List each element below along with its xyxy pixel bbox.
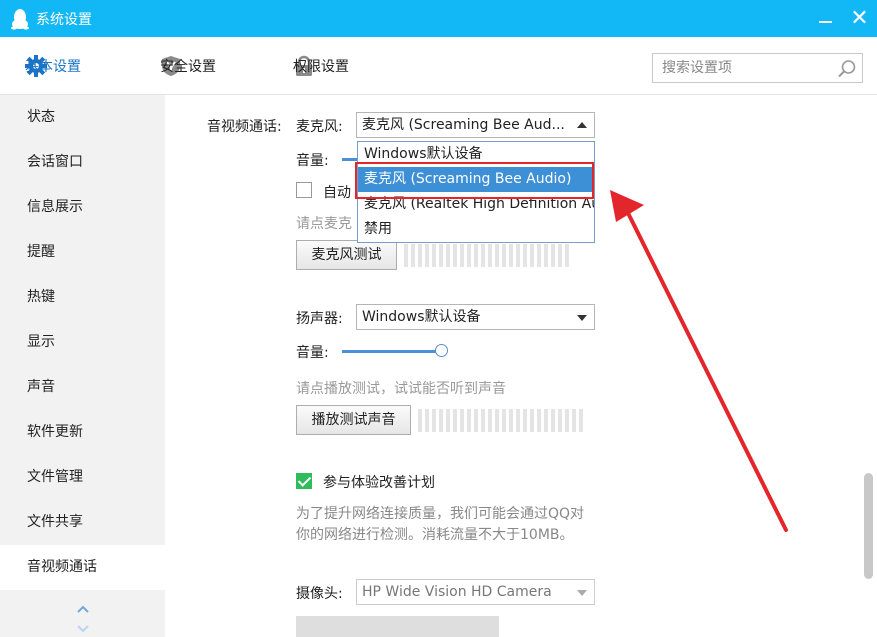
annotation-highlight-box: [355, 162, 594, 199]
camera-select[interactable]: HP Wide Vision HD Camera: [356, 579, 595, 605]
sidebar-item-file-sharing[interactable]: 文件共享: [0, 500, 165, 545]
sidebar-item-info-display[interactable]: 信息展示: [0, 185, 165, 230]
title-bar: 系统设置 ✕: [0, 0, 877, 37]
mic-level-meter: [404, 244, 569, 267]
mic-option-disabled[interactable]: 禁用: [358, 217, 594, 242]
chevron-down-icon: [577, 590, 587, 596]
mic-auto-checkbox[interactable]: [296, 182, 312, 198]
sidebar-item-av-call[interactable]: 音视频通话: [0, 545, 165, 590]
experience-description: 为了提升网络连接质量，我们可能会通过QQ对 你的网络进行检测。消耗流量不大于10…: [296, 504, 584, 546]
close-button[interactable]: ✕: [842, 0, 877, 37]
slider-track: [342, 158, 357, 161]
chevron-up-icon: [577, 122, 587, 128]
sidebar-item-software-update[interactable]: 软件更新: [0, 410, 165, 455]
speaker-hint: 请点播放测试，试试能否听到声音: [296, 381, 506, 397]
tab-permission-settings[interactable]: 权限设置: [293, 37, 349, 95]
qq-penguin-icon: [11, 9, 29, 30]
window-title: 系统设置: [36, 12, 92, 28]
scrollbar-thumb[interactable]: [864, 473, 873, 579]
chevron-down-icon: [577, 315, 587, 321]
search-input[interactable]: [653, 54, 833, 82]
content-scrollbar[interactable]: [862, 95, 877, 637]
slider-track: [342, 350, 441, 353]
mic-hint: 请点麦克: [296, 216, 352, 232]
mic-label: 麦克风:: [296, 119, 343, 135]
search-box: [652, 53, 863, 83]
experience-label: 参与体验改善计划: [323, 475, 435, 491]
camera-preview: [296, 616, 499, 637]
mic-selected-value: 麦克风 (Screaming Bee Aud...: [362, 117, 565, 133]
camera-label: 摄像头:: [296, 586, 343, 602]
speaker-volume-label: 音量:: [296, 345, 329, 361]
experience-desc-line2: 你的网络进行检测。消耗流量不大于10MB。: [296, 527, 574, 543]
experience-checkbox[interactable]: [296, 473, 312, 489]
mic-volume-label: 音量:: [296, 153, 329, 169]
minimize-button[interactable]: [808, 0, 842, 37]
slider-thumb[interactable]: [435, 344, 448, 357]
sidebar-item-display[interactable]: 显示: [0, 320, 165, 365]
sidebar-item-chat-window[interactable]: 会话窗口: [0, 140, 165, 185]
tab-label: 基本设置: [25, 59, 81, 75]
speaker-level-meter: [418, 409, 583, 432]
speaker-volume-slider[interactable]: [342, 344, 455, 358]
sidebar-item-reminder[interactable]: 提醒: [0, 230, 165, 275]
speaker-test-button[interactable]: 播放测试声音: [296, 405, 411, 435]
sidebar: 状态 会话窗口 信息展示 提醒 热键 显示 声音 软件更新 文件管理 文件共享 …: [0, 95, 165, 637]
sidebar-item-file-management[interactable]: 文件管理: [0, 455, 165, 500]
top-tabs: 基本设置 安全设置 权限设置: [0, 37, 877, 95]
tab-label: 权限设置: [293, 59, 349, 75]
sidebar-scroll-arrows-icon[interactable]: [72, 603, 94, 635]
mic-auto-label: 自动: [323, 185, 351, 201]
tab-security-settings[interactable]: 安全设置: [160, 37, 216, 95]
sidebar-item-status[interactable]: 状态: [0, 95, 165, 140]
mic-select[interactable]: 麦克风 (Screaming Bee Aud...: [356, 112, 595, 138]
tab-basic-settings[interactable]: 基本设置: [25, 37, 81, 95]
section-label-av: 音视频通话:: [207, 119, 282, 135]
speaker-select[interactable]: Windows默认设备: [356, 304, 595, 330]
camera-selected-value: HP Wide Vision HD Camera: [362, 584, 552, 600]
speaker-selected-value: Windows默认设备: [362, 309, 481, 325]
sidebar-item-sound[interactable]: 声音: [0, 365, 165, 410]
sidebar-item-hotkeys[interactable]: 热键: [0, 275, 165, 320]
experience-desc-line1: 为了提升网络连接质量，我们可能会通过QQ对: [296, 506, 585, 522]
tab-label: 安全设置: [160, 59, 216, 75]
mic-test-button[interactable]: 麦克风测试: [296, 240, 397, 270]
search-icon[interactable]: [837, 59, 857, 79]
speaker-label: 扬声器:: [296, 311, 343, 327]
